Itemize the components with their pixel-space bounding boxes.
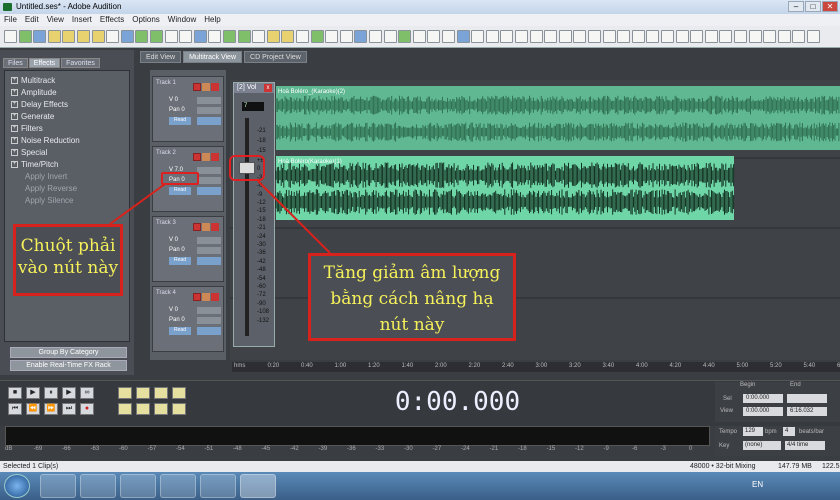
annotation-arrows [109, 180, 331, 254]
arrow-to-fader [257, 180, 331, 254]
arrow-to-volume-button [109, 183, 166, 225]
